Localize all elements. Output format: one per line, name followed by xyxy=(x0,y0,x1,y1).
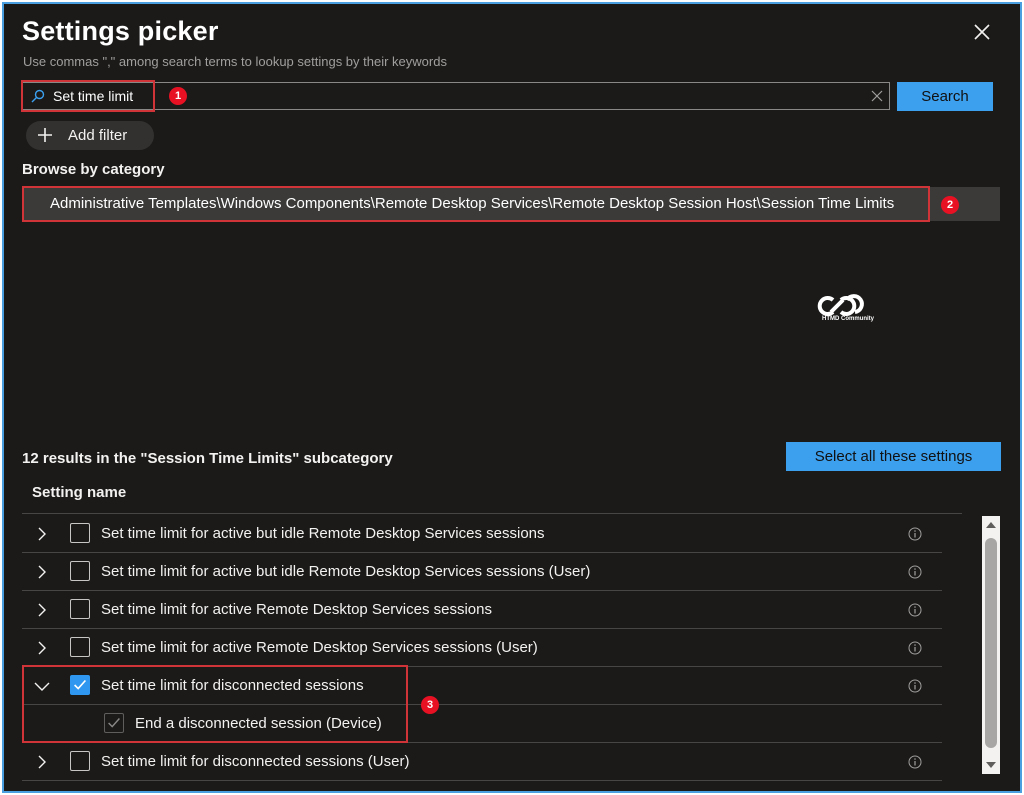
close-icon[interactable] xyxy=(970,20,994,44)
setting-checkbox[interactable] xyxy=(70,561,90,581)
info-icon[interactable] xyxy=(908,603,922,617)
chevron-right-icon[interactable] xyxy=(34,754,50,770)
chevron-right-icon[interactable] xyxy=(34,526,50,542)
vertical-scrollbar[interactable] xyxy=(982,516,1000,774)
watermark-caption: HTMD Community xyxy=(822,316,874,322)
setting-label: Set time limit for active Remote Desktop… xyxy=(101,639,538,656)
info-icon[interactable] xyxy=(908,679,922,693)
setting-checkbox[interactable] xyxy=(70,599,90,619)
setting-checkbox[interactable] xyxy=(70,637,90,657)
highlight-box-category xyxy=(22,186,930,222)
htmd-logo-icon xyxy=(817,294,864,316)
setting-checkbox[interactable] xyxy=(70,523,90,543)
table-row[interactable]: Set time limit for disconnected sessions… xyxy=(22,743,942,781)
annotation-badge-3: 3 xyxy=(421,696,439,714)
setting-label: Set time limit for active but idle Remot… xyxy=(101,563,591,580)
dialog-title: Settings picker xyxy=(22,16,219,46)
settings-picker-dialog: Settings picker Use commas "," among sea… xyxy=(2,2,1022,793)
table-row[interactable]: Set time limit for active but idle Remot… xyxy=(22,515,942,553)
results-count: 12 results in the "Session Time Limits" … xyxy=(22,450,393,467)
info-icon[interactable] xyxy=(908,565,922,579)
highlight-box-search xyxy=(21,80,155,112)
table-row[interactable]: Set time limit for active Remote Desktop… xyxy=(22,591,942,629)
info-icon[interactable] xyxy=(908,641,922,655)
table-row[interactable]: Set time limit for active but idle Remot… xyxy=(22,553,942,591)
annotation-badge-1: 1 xyxy=(169,87,187,105)
setting-label: Set time limit for active Remote Desktop… xyxy=(101,601,492,618)
header-divider xyxy=(22,513,962,514)
annotation-badge-2: 2 xyxy=(941,196,959,214)
setting-label: Set time limit for disconnected sessions… xyxy=(101,753,410,770)
highlight-box-disconnected xyxy=(22,665,408,743)
add-filter-button[interactable]: Add filter xyxy=(26,121,154,150)
clear-icon[interactable] xyxy=(871,90,883,102)
dialog-subtitle: Use commas "," among search terms to loo… xyxy=(23,54,447,69)
select-all-button[interactable]: Select all these settings xyxy=(786,442,1001,471)
plus-icon xyxy=(38,128,52,142)
search-button[interactable]: Search xyxy=(897,82,993,111)
scrollbar-thumb[interactable] xyxy=(985,538,997,748)
info-icon[interactable] xyxy=(908,527,922,541)
setting-label: Set time limit for active but idle Remot… xyxy=(101,525,545,542)
setting-checkbox[interactable] xyxy=(70,751,90,771)
chevron-right-icon[interactable] xyxy=(34,640,50,656)
column-header-setting-name: Setting name xyxy=(32,484,127,501)
info-icon[interactable] xyxy=(908,755,922,769)
chevron-right-icon[interactable] xyxy=(34,602,50,618)
browse-by-category-label: Browse by category xyxy=(22,161,165,178)
add-filter-label: Add filter xyxy=(68,127,128,144)
chevron-right-icon[interactable] xyxy=(34,564,50,580)
table-row[interactable]: Set time limit for active Remote Desktop… xyxy=(22,629,942,667)
